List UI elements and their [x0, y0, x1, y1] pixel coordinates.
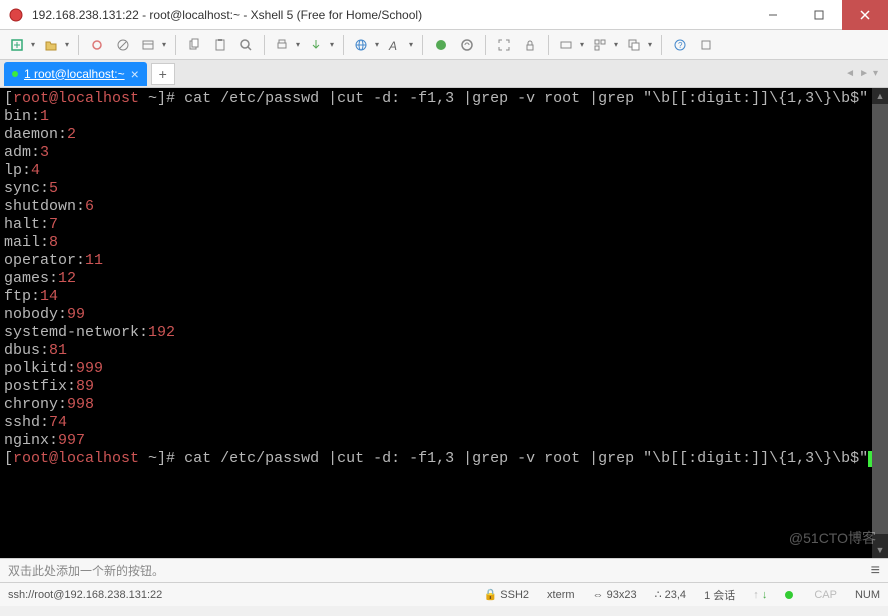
print-button[interactable] — [271, 33, 303, 57]
quick-command-bar[interactable]: 双击此处添加一个新的按钮。 ≡ — [0, 558, 888, 582]
quick-command-hint: 双击此处添加一个新的按钮。 — [8, 562, 164, 579]
fullscreen-button[interactable] — [492, 33, 516, 57]
highlight-button[interactable] — [455, 33, 479, 57]
traffic-indicator: ↑ ↓ — [753, 589, 767, 601]
arrange-button[interactable] — [589, 33, 621, 57]
tab-prev-button[interactable]: ◄ — [845, 68, 855, 79]
tab-list-button[interactable]: ▾ — [873, 68, 878, 79]
separator — [343, 35, 344, 55]
separator — [264, 35, 265, 55]
close-button[interactable] — [842, 0, 888, 30]
disconnect-button[interactable] — [111, 33, 135, 57]
lock-button[interactable] — [518, 33, 542, 57]
status-bar: ssh://root@192.168.238.131:22 🔒 SSH2 xte… — [0, 582, 888, 606]
new-session-button[interactable] — [6, 33, 38, 57]
cascade-button[interactable] — [623, 33, 655, 57]
scroll-up-icon[interactable]: ▲ — [872, 88, 888, 104]
svg-text:A: A — [388, 39, 397, 51]
lock-icon: 🔒 — [484, 589, 498, 601]
tab-close-button[interactable]: × — [131, 66, 139, 82]
open-button[interactable] — [40, 33, 72, 57]
web-button[interactable] — [350, 33, 382, 57]
font-button[interactable]: A — [384, 33, 416, 57]
terminal-output[interactable]: [root@localhost ~]# cat /etc/passwd |cut… — [0, 88, 888, 558]
separator — [422, 35, 423, 55]
new-tab-button[interactable]: + — [151, 63, 175, 85]
connection-status-icon — [12, 71, 18, 77]
window-title: 192.168.238.131:22 - root@localhost:~ - … — [32, 8, 750, 22]
tab-next-button[interactable]: ► — [859, 68, 869, 79]
find-button[interactable] — [234, 33, 258, 57]
tab-navigation: ◄ ► ▾ — [845, 68, 884, 79]
maximize-button[interactable] — [796, 0, 842, 30]
main-toolbar: A ? — [0, 30, 888, 60]
separator — [661, 35, 662, 55]
tab-bar: 1 root@localhost:~ × + ◄ ► ▾ — [0, 60, 888, 88]
cursor-position: ∴ 23,4 — [655, 588, 686, 601]
copy-button[interactable] — [182, 33, 206, 57]
terminal-scrollbar[interactable]: ▲ ▼ — [872, 88, 888, 558]
session-count: 1 会话 — [704, 587, 735, 603]
keyboard-button[interactable] — [555, 33, 587, 57]
titlebar: 192.168.238.131:22 - root@localhost:~ - … — [0, 0, 888, 30]
status-indicator-icon — [785, 591, 793, 599]
app-icon — [8, 7, 24, 23]
caps-indicator: CAP — [814, 589, 837, 601]
num-indicator: NUM — [855, 589, 880, 601]
separator — [485, 35, 486, 55]
connection-info: ssh://root@192.168.238.131:22 — [8, 589, 466, 601]
separator — [175, 35, 176, 55]
reconnect-button[interactable] — [85, 33, 109, 57]
paste-button[interactable] — [208, 33, 232, 57]
separator — [78, 35, 79, 55]
color-scheme-button[interactable] — [429, 33, 453, 57]
transfer-button[interactable] — [305, 33, 337, 57]
window-controls — [750, 0, 888, 29]
scrollbar-thumb[interactable] — [872, 104, 888, 534]
about-button[interactable] — [694, 33, 718, 57]
session-tab[interactable]: 1 root@localhost:~ × — [4, 62, 147, 86]
svg-text:?: ? — [678, 41, 683, 50]
properties-button[interactable] — [137, 33, 169, 57]
minimize-button[interactable] — [750, 0, 796, 30]
menu-icon[interactable]: ≡ — [871, 562, 880, 580]
help-button[interactable]: ? — [668, 33, 692, 57]
scroll-down-icon[interactable]: ▼ — [872, 542, 888, 558]
term-size: ⇔ 93x23 — [593, 589, 637, 601]
tab-label: 1 root@localhost:~ — [24, 67, 125, 81]
term-type: xterm — [547, 589, 575, 601]
protocol-status: 🔒 SSH2 — [484, 588, 530, 601]
separator — [548, 35, 549, 55]
